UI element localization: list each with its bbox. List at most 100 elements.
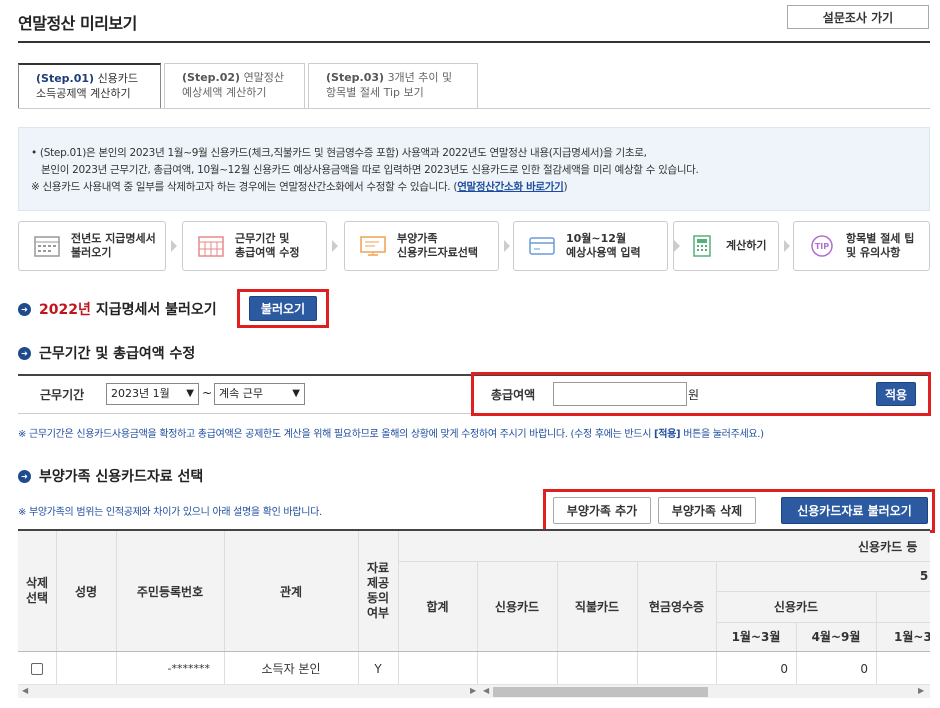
step-line1: 10월~12월 <box>566 232 627 245</box>
section-bullet-icon: ➜ <box>18 469 31 483</box>
row-jan-mar: 0 <box>780 661 788 676</box>
header-credit: 신용카드 <box>494 599 540 614</box>
highlight-box <box>471 372 931 416</box>
row-consent: Y <box>374 661 382 676</box>
tab-line1: 신용카드 <box>97 72 139 85</box>
info-box: • (Step.01)은 본인의 2023년 1월~9월 신용카드(체크,직불카… <box>18 127 930 211</box>
step-tax-tips: TIP 항목별 절세 팁및 유의사항 <box>793 221 930 271</box>
chevron-down-icon: ▼ <box>292 388 300 399</box>
step-load-statement: 전년도 지급명세서 불러오기 <box>18 221 166 271</box>
calendar-grid-icon <box>198 236 224 257</box>
calculator-icon <box>693 235 711 257</box>
section-load-statement: ➜ 2022년 지급명세서 불러오기 <box>18 299 217 319</box>
step-arrow <box>171 240 177 252</box>
survey-button[interactable]: 설문조사 가기 <box>787 5 929 29</box>
simplified-service-link[interactable]: 연말정산간소화 바로가기 <box>457 181 564 193</box>
end-month-value: 계속 근무 <box>219 387 263 400</box>
step-line2: 및 유의사항 <box>846 246 901 259</box>
load-statement-button[interactable]: 불러오기 <box>249 296 317 321</box>
header-name: 성명 <box>74 584 98 599</box>
header-apr-sep: 4월~9월 <box>811 630 861 644</box>
tab-line2: 소득공제액 계산하기 <box>36 87 131 100</box>
step-tabs: (Step.01) 신용카드 소득공제액 계산하기 (Step.02) 연말정산… <box>18 63 481 109</box>
title-divider <box>18 41 930 43</box>
start-month-select[interactable]: 2023년 1월 ▼ <box>106 383 199 405</box>
info-line-3: ※ 신용카드 사용내역 중 일부를 삭제하고자 하는 경우에는 연말정산간소화에… <box>31 179 929 196</box>
tab-line2: 항목별 절세 Tip 보기 <box>326 86 424 99</box>
tab-step-01[interactable]: (Step.01) 신용카드 소득공제액 계산하기 <box>18 63 161 109</box>
section-work-period: ➜ 근무기간 및 총급여액 수정 <box>18 343 195 363</box>
step-arrow <box>504 240 510 252</box>
header-debit: 직불카드 <box>574 599 620 614</box>
step-line1: 계산하기 <box>726 239 767 252</box>
step-arrow <box>332 240 338 252</box>
note-apply-bold: [적용] <box>653 429 681 440</box>
dependents-table: 삭제 선택 성명 주민등록번호 관계 자료 제공 동의 여부 신용카드 등 합계 신용카… <box>18 529 930 684</box>
dependents-note: ※ 부양가족의 범위는 인적공제와 차이가 있으니 아래 설명을 확인 바랍니다… <box>18 507 322 518</box>
header-consent-l1: 자료 <box>366 561 390 575</box>
step-line1: 근무기간 및 <box>235 232 290 245</box>
row-apr-sep: 0 <box>860 661 868 676</box>
step-line2: 총급여액 수정 <box>235 246 300 259</box>
section-title: 지급명세서 불러오기 <box>95 302 217 318</box>
step-line1: 항목별 절세 팁 <box>846 232 915 245</box>
credit-card-icon <box>529 237 555 255</box>
info-line-1: • (Step.01)은 본인의 2023년 1월~9월 신용카드(체크,직불카… <box>31 147 647 159</box>
tab-step-label: (Step.02) <box>182 71 241 84</box>
step-calculate: 계산하기 <box>673 221 779 271</box>
section-dependents: ➜ 부양가족 신용카드자료 선택 <box>18 466 203 486</box>
tab-line1: 연말정산 <box>243 71 285 84</box>
section-year: 2022년 <box>39 302 91 318</box>
tip-icon: TIP <box>811 235 833 257</box>
monitor-icon <box>360 236 386 256</box>
header-total: 합계 <box>426 599 449 614</box>
range-tilde: ~ <box>202 386 213 400</box>
start-month-value: 2023년 1월 <box>111 387 170 400</box>
header-jan-mar-2: 1월~3 <box>894 630 930 644</box>
row-checkbox[interactable] <box>31 662 43 675</box>
step-expected-usage: 10월~12월 예상사용액 입력 <box>513 221 668 271</box>
scroll-right-small-icon[interactable]: ▶ <box>470 686 476 695</box>
header-consent: 자료 제공 동의 여부 <box>358 531 398 651</box>
tab-step-02[interactable]: (Step.02) 연말정산 예상세액 계산하기 <box>164 63 305 109</box>
tabs-divider <box>18 108 930 109</box>
end-month-select[interactable]: 계속 근무 ▼ <box>214 383 305 405</box>
step-line2: 예상사용액 입력 <box>566 246 641 259</box>
step-edit-period: 근무기간 및 총급여액 수정 <box>182 221 327 271</box>
scroll-left-small-icon[interactable]: ◀ <box>483 686 489 695</box>
header-select-line1: 삭제 <box>25 576 49 590</box>
header-group-top: 신용카드 등 <box>858 539 918 554</box>
svg-text:TIP: TIP <box>815 242 829 251</box>
row-checkbox-cell <box>18 651 56 684</box>
delete-dependent-button[interactable]: 부양가족 삭제 <box>658 497 756 524</box>
page-title: 연말정산 미리보기 <box>18 14 137 33</box>
add-dependent-button[interactable]: 부양가족 추가 <box>553 497 651 524</box>
note-prefix: ※ 근무기간은 신용카드사용금액을 확정하고 총급여액은 공제한도 계산을 위해… <box>18 429 654 440</box>
step-arrow <box>784 240 790 252</box>
period-label: 근무기간 <box>40 388 85 402</box>
section-title: 부양가족 신용카드자료 선택 <box>39 469 204 485</box>
section-title: 근무기간 및 총급여액 수정 <box>39 346 196 362</box>
row-relation: 소득자 본인 <box>261 662 321 676</box>
tab-step-label: (Step.03) <box>326 71 385 84</box>
scroll-left-icon[interactable]: ◀ <box>22 686 28 695</box>
calendar-icon <box>34 236 60 257</box>
info-line-2: 본인이 2023년 근무기간, 총급여액, 10월~12월 신용카드 예상사용금… <box>41 164 699 176</box>
header-consent-l2: 제공 <box>366 576 390 590</box>
header-select-line2: 선택 <box>25 591 49 605</box>
section-bullet-icon: ➜ <box>18 346 31 360</box>
step-line1: 전년도 지급명세서 <box>71 232 156 245</box>
scroll-right-icon[interactable]: ▶ <box>918 686 924 695</box>
header-jan-mar: 1월~3월 <box>731 630 781 644</box>
header-select: 삭제 선택 <box>18 531 56 651</box>
header-rrn: 주민등록번호 <box>136 584 204 599</box>
step-line1: 부양가족 <box>397 232 438 245</box>
header-credit-sub: 신용카드 <box>773 600 819 614</box>
info-line-3-prefix: ※ 신용카드 사용내역 중 일부를 삭제하고자 하는 경우에는 연말정산간소화에… <box>31 181 458 193</box>
scrollbar-thumb[interactable] <box>493 687 708 697</box>
horizontal-scrollbar[interactable]: ◀ ▶ ◀ ▶ <box>18 684 930 698</box>
tab-step-03[interactable]: (Step.03) 3개년 추이 및 항목별 절세 Tip 보기 <box>308 63 478 109</box>
process-steps: 전년도 지급명세서 불러오기 근무기간 및 총급여액 수정 부양가족 신용카드자료선택… <box>18 221 930 271</box>
tab-step-label: (Step.01) <box>36 72 95 85</box>
load-card-data-button[interactable]: 신용카드자료 불러오기 <box>781 497 928 524</box>
